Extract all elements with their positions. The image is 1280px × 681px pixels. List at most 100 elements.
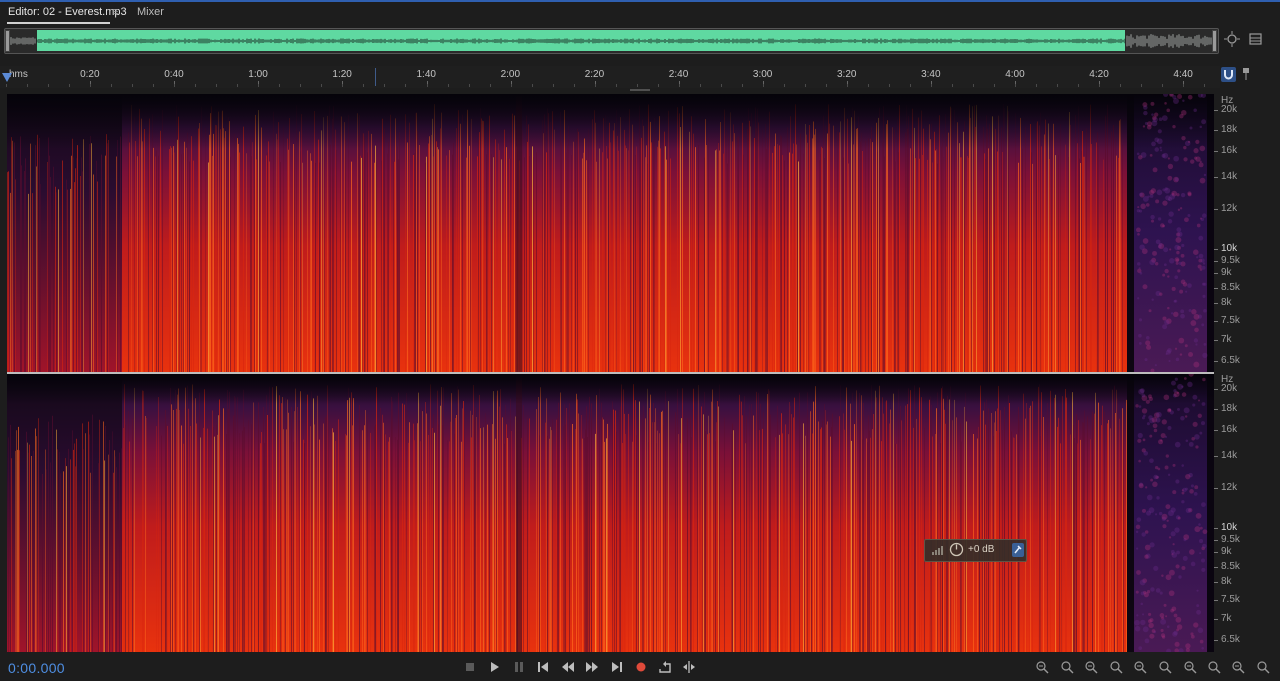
spectral-outro-speckle	[1144, 122, 1148, 126]
skip-to-start-icon[interactable]	[535, 659, 551, 675]
spectral-outro-speckle	[1173, 311, 1179, 318]
spectral-outro-speckle	[1190, 320, 1197, 326]
ruler-tick-label: 1:40	[416, 69, 436, 80]
marker-icon[interactable]	[1243, 68, 1249, 80]
playhead-marker[interactable]	[2, 73, 12, 82]
spectral-outro-speckle	[1197, 399, 1201, 402]
record-icon[interactable]	[633, 659, 649, 675]
ruler-minor-tick	[111, 84, 113, 87]
spectral-outro-speckle	[1139, 209, 1143, 213]
zoom-out-full-icon[interactable]	[1108, 659, 1124, 675]
spectral-outro-speckle	[1150, 101, 1155, 106]
spectral-outro-speckle	[1151, 113, 1154, 116]
overview-left-handle[interactable]	[5, 30, 10, 52]
current-time-display[interactable]: 0:00.000	[8, 660, 65, 676]
ruler-minor-tick	[952, 84, 954, 87]
spectral-outro-speckle	[1150, 587, 1155, 592]
waveform-overview[interactable]	[4, 28, 1219, 54]
spectral-outro-speckle	[1189, 489, 1194, 494]
spectral-outro-speckle	[1181, 489, 1184, 492]
spectral-outro-speckle	[1159, 146, 1162, 149]
spectral-outro-speckle	[1168, 510, 1174, 517]
ruler-tick-label: 2:20	[584, 69, 605, 80]
spectral-outro-speckle	[1183, 407, 1190, 414]
spectral-outro-speckle	[1165, 574, 1172, 581]
spectral-outro-speckle	[1158, 117, 1163, 122]
zoom-out-frequency-icon[interactable]	[1230, 659, 1246, 675]
spectral-outro-speckle	[1149, 153, 1153, 157]
spectral-outro-speckle	[1201, 323, 1205, 327]
zoom-navigator-icon[interactable]	[1223, 30, 1241, 48]
spectral-outro-speckle	[1150, 188, 1156, 194]
panel-layout-icon[interactable]	[1247, 30, 1265, 48]
zoom-out-amplitude-icon[interactable]	[1059, 659, 1075, 675]
spectral-outro-speckle	[1193, 361, 1200, 368]
fast-forward-icon[interactable]	[584, 659, 600, 675]
time-ruler[interactable]: hms 0:20 0:40 1:00 1:20 1:40 2:00 2:20 2:40 3:00…	[0, 66, 1220, 88]
spectral-outro-speckle	[1172, 543, 1175, 546]
spectral-outro-speckle	[1161, 115, 1168, 122]
frequency-tick	[1214, 340, 1218, 341]
loop-playback-icon[interactable]	[657, 659, 673, 675]
spectral-outro-speckle	[1138, 342, 1142, 345]
spectral-outro-speckle	[1136, 152, 1140, 156]
spectral-channel-right[interactable]	[7, 374, 1214, 652]
zoom-reset-icon[interactable]	[1255, 659, 1271, 675]
spectral-outro-speckle	[1199, 552, 1202, 555]
skip-to-end-icon[interactable]	[609, 659, 625, 675]
rewind-icon[interactable]	[560, 659, 576, 675]
spectral-outro-speckle	[1143, 450, 1149, 456]
spectral-outro-speckle	[1163, 247, 1169, 253]
tab-mixer[interactable]: Mixer	[137, 6, 164, 18]
skip-selection-icon[interactable]	[681, 659, 697, 675]
stop-icon[interactable]	[462, 659, 478, 675]
spectral-outro-speckle	[1175, 357, 1180, 362]
spectral-outro-speckle	[1141, 248, 1148, 255]
spectral-outro-speckle	[1138, 459, 1141, 463]
overview-right-handle[interactable]	[1212, 30, 1217, 52]
spectral-outro-speckle	[1198, 162, 1204, 168]
heads-up-display[interactable]: +0 dB	[924, 539, 1027, 562]
spectral-outro-speckle	[1176, 193, 1180, 197]
ruler-minor-tick	[48, 84, 50, 87]
ruler-minor-tick	[1015, 84, 1017, 87]
frequency-tick	[1214, 177, 1218, 178]
spectral-outro-speckle	[1162, 524, 1167, 529]
volume-knob-icon[interactable]	[949, 542, 964, 557]
ruler-tick-label: 4:40	[1173, 69, 1193, 80]
tab-editor[interactable]: Editor: 02 - Everest.mp3	[8, 6, 127, 18]
ruler-minor-tick	[889, 84, 891, 87]
spectral-outro-speckle	[1181, 500, 1185, 504]
spectral-outro-speckle	[1193, 622, 1199, 628]
spectral-outro-speckle	[1150, 478, 1154, 482]
snap-toggle-button[interactable]	[1221, 67, 1236, 82]
ruler-minor-tick	[342, 84, 344, 87]
spectral-outro-speckle	[1147, 619, 1152, 624]
spectral-outro-speckle	[1196, 609, 1202, 615]
spectral-outro-speckle	[1185, 647, 1190, 652]
spectral-channel-left[interactable]	[7, 94, 1214, 372]
zoom-in-amplitude-icon[interactable]	[1034, 659, 1050, 675]
play-icon[interactable]	[486, 659, 502, 675]
spectral-outro-speckle	[1184, 415, 1188, 418]
spectral-outro-speckle	[1202, 262, 1206, 265]
spectral-outro-speckle	[1191, 436, 1195, 441]
ruler-minor-tick	[1036, 84, 1038, 87]
zoom-in-frequency-icon[interactable]	[1206, 659, 1222, 675]
spectral-outro-speckle	[1199, 125, 1203, 129]
spectral-outro-speckle	[1199, 431, 1203, 435]
zoom-to-selection-icon[interactable]	[1083, 659, 1099, 675]
zoom-in-left-icon[interactable]	[1132, 659, 1148, 675]
frequency-tick	[1214, 456, 1218, 457]
pause-icon[interactable]	[511, 659, 527, 675]
gain-value[interactable]: +0 dB	[968, 544, 994, 555]
pin-hud-button[interactable]	[1012, 543, 1024, 557]
zoom-in-time-icon[interactable]	[1157, 659, 1173, 675]
vertical-resize-grip[interactable]	[630, 89, 650, 91]
spectral-outro-speckle	[1192, 421, 1198, 427]
ruler-minor-tick	[531, 84, 533, 87]
zoom-out-time-icon[interactable]	[1182, 659, 1198, 675]
tab-menu-icon[interactable]: ≡	[112, 6, 118, 18]
spectral-outro-speckle	[1167, 306, 1170, 310]
spectral-outro-speckle	[1148, 612, 1152, 616]
